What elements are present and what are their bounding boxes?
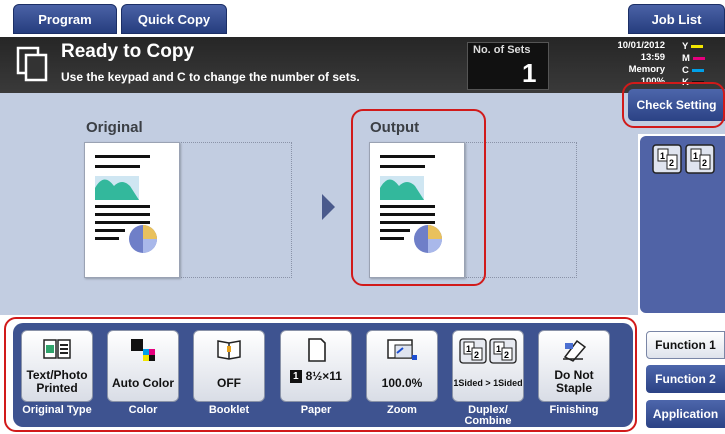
- copy-document-icon: [16, 46, 48, 82]
- toner-letter: Y: [682, 40, 689, 52]
- original-placeholder: [178, 142, 292, 278]
- status-memory: Memory: [628, 64, 665, 75]
- function2-button[interactable]: Function 2: [646, 365, 725, 393]
- application-button[interactable]: Application: [646, 400, 725, 428]
- status-date: 10/01/2012: [617, 40, 665, 51]
- tab-program[interactable]: Program: [13, 4, 117, 34]
- sets-label: No. of Sets: [473, 44, 531, 56]
- svg-text:2: 2: [702, 158, 707, 168]
- svg-text:2: 2: [669, 158, 674, 168]
- toner-letter: M: [682, 52, 690, 64]
- output-highlight: [351, 109, 486, 286]
- toner-letter: C: [682, 64, 689, 76]
- status-time: 13:59: [640, 52, 665, 63]
- toner-bar: [692, 56, 705, 60]
- check-setting-highlight: [622, 82, 725, 128]
- function-strip-highlight: [4, 317, 637, 432]
- tab-quick-copy[interactable]: Quick Copy: [121, 4, 227, 34]
- toner-bar: [691, 68, 704, 72]
- tab-job-list[interactable]: Job List: [628, 4, 725, 34]
- multi-page-icon[interactable]: 1 2 1 2: [650, 142, 718, 176]
- svg-text:1: 1: [660, 151, 665, 161]
- original-page-content-icon: [95, 155, 157, 253]
- page-title: Ready to Copy: [61, 41, 195, 62]
- svg-text:1: 1: [693, 151, 698, 161]
- original-label: Original: [86, 119, 143, 136]
- function1-button[interactable]: Function 1: [646, 331, 725, 359]
- status-info: 10/01/2012 13:59 Memory 100%: [617, 40, 665, 88]
- header-instruction: Use the keypad and C to change the numbe…: [61, 70, 360, 84]
- sets-value: 1: [522, 58, 537, 88]
- arrow-right-icon: [322, 194, 335, 220]
- toner-bar: [691, 44, 704, 48]
